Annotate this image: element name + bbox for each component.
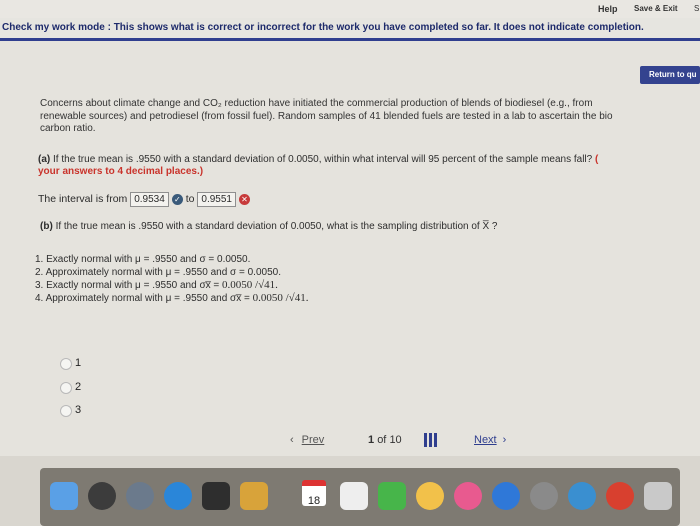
banner-text: Check my work mode : This shows what is … [2, 22, 644, 33]
interval-low-input[interactable]: 0.9534 [130, 192, 169, 207]
part-b-text: If the true mean is .9550 with a standar… [55, 221, 498, 232]
app-store-icon[interactable] [492, 482, 520, 510]
check-my-work-banner: Check my work mode : This shows what is … [0, 18, 700, 41]
interval-answer-row: The interval is from 0.9534 ✓ to 0.9551 ✕ [38, 192, 250, 207]
calendar-icon[interactable]: 18 [302, 480, 326, 507]
settings-icon[interactable] [530, 482, 558, 510]
radio-circle[interactable] [60, 358, 72, 370]
mac-dock: 18 [40, 468, 680, 526]
app-icon[interactable] [240, 482, 268, 510]
music-icon[interactable] [454, 482, 482, 510]
question-navigation: ‹ Prev 1 of 10 Next › [0, 430, 700, 452]
incorrect-x-icon: ✕ [239, 193, 250, 205]
cut-off-label: S [694, 4, 700, 13]
intro-line: carbon ratio. [40, 123, 96, 134]
finder-icon[interactable] [50, 482, 78, 510]
correct-check-icon: ✓ [171, 193, 183, 205]
facetime-icon[interactable] [378, 482, 406, 510]
help-link[interactable]: Help [598, 4, 618, 14]
part-a-instruction-open: ( [595, 154, 599, 165]
intro-line: Concerns about climate change and CO₂ re… [40, 98, 593, 109]
option-3: 3. Exactly normal with μ = .9550 and σx̅… [35, 279, 278, 291]
part-a-instruction: your answers to 4 decimal places.) [38, 166, 204, 177]
save-exit-button[interactable]: Save & Exit [634, 4, 678, 13]
siri-icon[interactable] [88, 482, 116, 510]
interval-prefix: The interval is from [38, 193, 128, 205]
photos-icon[interactable] [416, 482, 444, 510]
radio-option-1[interactable]: 1 [60, 357, 220, 371]
part-a-label: (a) [38, 154, 51, 165]
page-indicator: 1 of 10 [368, 434, 402, 446]
app-icon[interactable] [606, 482, 634, 510]
answer-options-list: 1. Exactly normal with μ = .9550 and σ =… [35, 253, 308, 305]
radio-label: 2 [75, 381, 82, 393]
part-a-text: If the true mean is .9550 with a standar… [53, 154, 593, 165]
next-button[interactable]: Next › [474, 434, 506, 446]
app-icon[interactable] [644, 482, 672, 510]
prev-button[interactable]: ‹ Prev [290, 434, 324, 446]
radio-label: 3 [75, 404, 82, 416]
part-b-question: (b) If the true mean is .9550 with a sta… [40, 221, 700, 232]
top-toolbar: Help Save & Exit S [0, 0, 700, 18]
notes-icon[interactable] [340, 482, 368, 510]
launchpad-icon[interactable] [126, 482, 154, 510]
option-1: 1. Exactly normal with μ = .9550 and σ =… [35, 254, 251, 265]
radio-label: 1 [75, 357, 82, 369]
radio-option-2[interactable]: 2 [60, 381, 220, 395]
safari-icon[interactable] [164, 482, 192, 510]
interval-high-input[interactable]: 0.9551 [197, 192, 236, 207]
part-b-label: (b) [40, 221, 53, 232]
return-to-question-button[interactable]: Return to qu [640, 66, 700, 84]
part-a-question: (a) If the true mean is .9550 with a sta… [38, 154, 700, 178]
radio-option-3[interactable]: 3 [60, 404, 220, 418]
option-4: 4. Approximately normal with μ = .9550 a… [35, 292, 309, 304]
radio-circle[interactable] [60, 382, 72, 394]
intro-line: renewable sources) and petrodiesel (from… [40, 110, 613, 122]
interval-to-label: to [185, 193, 195, 205]
app-icon[interactable] [568, 482, 596, 510]
radio-circle[interactable] [60, 405, 72, 417]
chevron-right-icon: › [502, 434, 507, 446]
grid-view-icon[interactable] [424, 433, 438, 447]
option-2: 2. Approximately normal with μ = .9550 a… [35, 267, 281, 278]
chevron-left-icon: ‹ [290, 434, 294, 446]
problem-intro: Concerns about climate change and CO₂ re… [40, 98, 700, 136]
app-icon[interactable] [202, 482, 230, 510]
